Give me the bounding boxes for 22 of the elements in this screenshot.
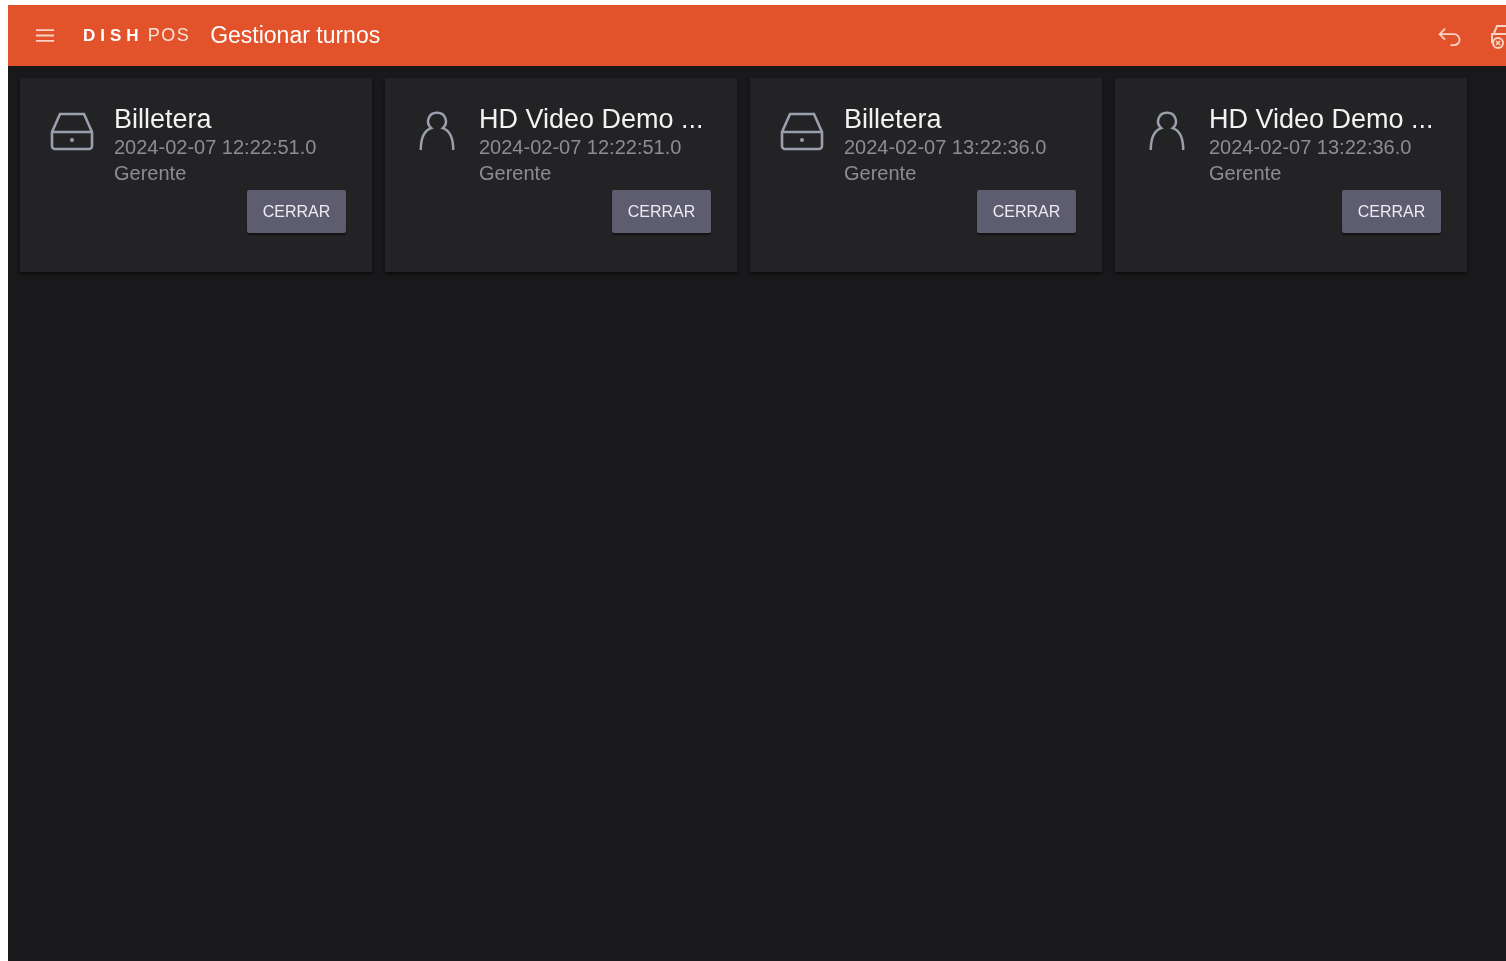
shift-role: Gerente — [114, 161, 188, 186]
shift-role: Gerente — [844, 161, 918, 186]
close-shift-button[interactable]: CERRAR — [612, 190, 711, 233]
page-title: Gestionar turnos — [210, 22, 381, 49]
shift-time: 2024-02-07 12:22:51.0 — [114, 135, 318, 160]
drawer-icon — [50, 110, 94, 152]
close-shift-button[interactable]: CERRAR — [977, 190, 1076, 233]
shift-name: Billetera — [844, 104, 943, 134]
shift-time: 2024-02-07 12:22:51.0 — [479, 135, 683, 160]
close-shift-button[interactable]: CERRAR — [1342, 190, 1441, 233]
shift-name: HD Video Demo ... — [479, 104, 705, 134]
shift-role: Gerente — [1209, 161, 1283, 186]
shift-role: Gerente — [479, 161, 553, 186]
menu-icon[interactable] — [35, 29, 55, 42]
logo-text: POS — [147, 25, 191, 46]
drawer-icon — [780, 110, 824, 152]
shift-time: 2024-02-07 13:22:36.0 — [844, 135, 1048, 160]
shift-name: Billetera — [114, 104, 213, 134]
shift-name: HD Video Demo ... — [1209, 104, 1435, 134]
close-shift-button[interactable]: CERRAR — [247, 190, 346, 233]
shift-time: 2024-02-07 13:22:36.0 — [1209, 135, 1413, 160]
logo-text: DISH — [83, 25, 144, 46]
